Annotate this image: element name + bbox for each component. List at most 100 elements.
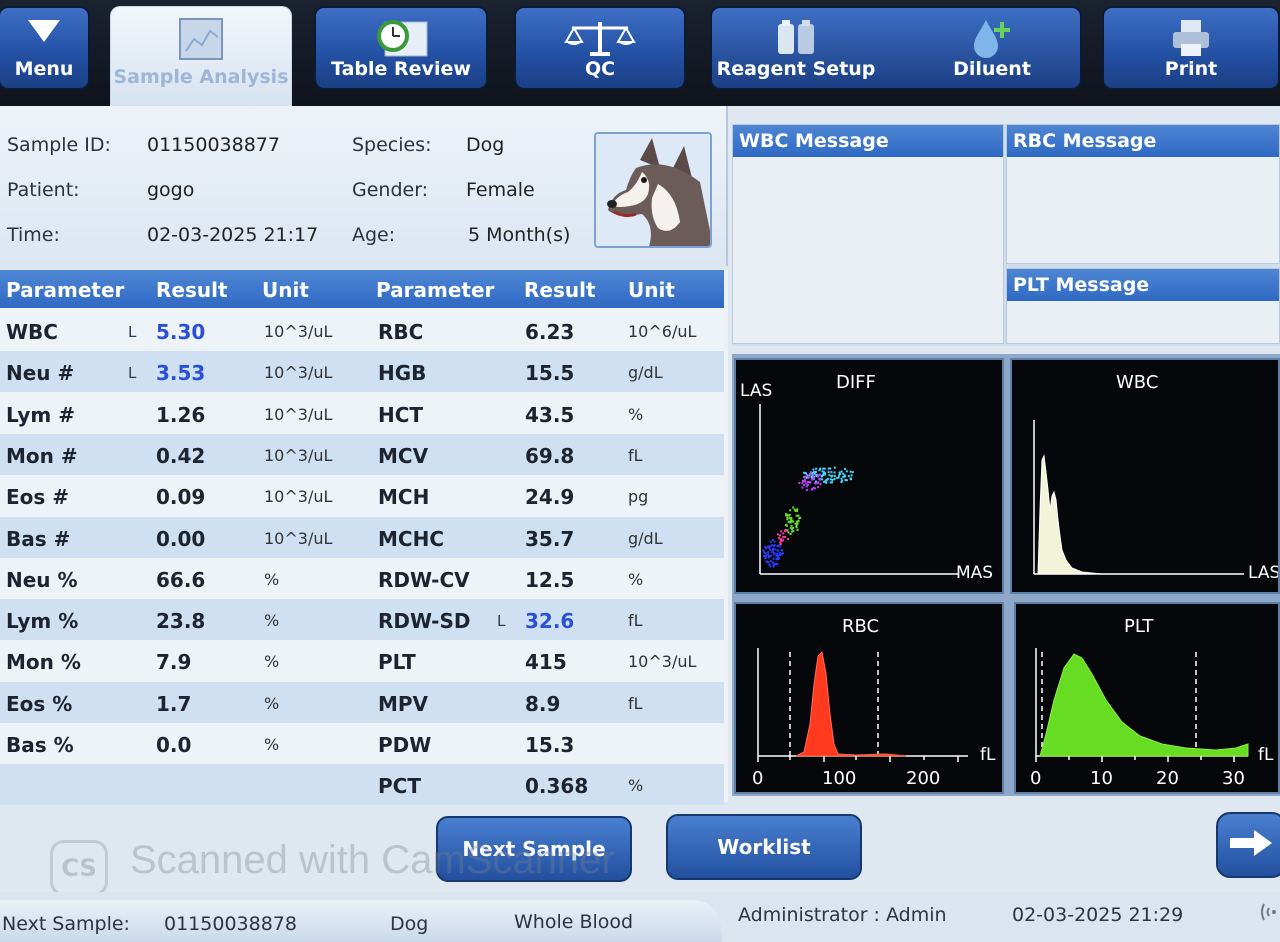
diff-dot: [813, 478, 816, 481]
parameter-name: Eos #: [6, 485, 70, 510]
result-unit: fL: [628, 611, 643, 631]
diff-dot: [762, 549, 765, 552]
diff-dot: [817, 481, 820, 484]
camscanner-watermark-text: Scanned with CamScanner: [130, 838, 615, 882]
plt-histogram-curve: [1039, 653, 1249, 757]
rbc-tick-200: 200: [906, 768, 940, 789]
diff-dot: [812, 473, 815, 476]
diff-dot: [817, 475, 820, 478]
time-value: 02-03-2025 21:17: [147, 224, 319, 246]
header-result-left: Result: [156, 278, 228, 302]
parameter-name: Lym #: [6, 402, 75, 427]
menu-button[interactable]: Menu: [0, 6, 90, 90]
worklist-button[interactable]: Worklist: [666, 814, 862, 880]
diff-dot: [785, 514, 788, 517]
diff-dot: [795, 520, 798, 523]
diff-dot: [764, 545, 767, 548]
diff-cell-clusters: [762, 466, 854, 568]
diff-dot: [786, 516, 789, 519]
header-unit-left: Unit: [262, 278, 309, 302]
table-row: Eos % 1.7% MPV 8.9 fL: [0, 681, 724, 723]
diff-dot: [823, 467, 826, 470]
diff-dot: [771, 539, 774, 541]
parameter-name: Mon %: [6, 650, 81, 675]
table-row: Mon % 7.9% PLT 415 10^3/uL: [0, 640, 724, 682]
parameter-name: MCH: [378, 485, 430, 510]
diff-dot: [796, 510, 798, 513]
diff-dot: [836, 476, 839, 479]
wbc-message-panel: WBC Message: [732, 124, 1004, 344]
diff-dot: [779, 534, 781, 537]
diff-dot: [769, 554, 772, 557]
diff-dot: [789, 509, 792, 512]
plt-message-title: PLT Message: [1007, 269, 1279, 301]
result-value: 415: [525, 650, 567, 675]
diff-dot: [789, 533, 792, 535]
parameter-name: Bas %: [6, 733, 74, 757]
diff-dot: [812, 471, 815, 474]
parameter-name: HGB: [378, 361, 427, 386]
diff-dot: [825, 481, 828, 484]
diff-dot: [795, 525, 798, 528]
diff-dot: [784, 530, 787, 533]
diff-dot: [810, 471, 812, 474]
diff-dot: [827, 471, 830, 474]
result-unit: pg: [628, 487, 649, 507]
result-value: 35.7: [525, 526, 575, 551]
wbc-histogram-title: WBC: [1116, 372, 1158, 393]
species-label: Species:: [352, 134, 432, 156]
table-row: Eos # 0.09 10^3/uL MCH 24.9 pg: [0, 475, 724, 517]
parameter-name: PCT: [378, 774, 421, 799]
print-button[interactable]: Print: [1102, 6, 1280, 90]
diff-dot: [826, 478, 829, 481]
diff-dot: [814, 470, 817, 473]
reagent-setup-button[interactable]: Reagent Setup: [712, 8, 880, 88]
next-sample-status-id: 01150038878: [164, 913, 297, 935]
diluent-button[interactable]: Diluent: [908, 8, 1076, 88]
tab-sample-analysis-label: Sample Analysis: [113, 66, 289, 88]
camscanner-watermark: Scanned with CamScanner: [52, 838, 615, 883]
result-value: 0.368: [525, 774, 589, 799]
reagent-bottles-icon: [776, 18, 816, 63]
chart-icon: [176, 17, 226, 66]
diff-dot: [776, 552, 779, 555]
diff-dot: [821, 478, 824, 481]
table-row: Bas # 0.00 10^3/uL MCHC 35.7 g/dL: [0, 516, 724, 558]
diff-dot: [811, 487, 814, 490]
diff-dot: [845, 479, 848, 482]
diff-dot: [778, 552, 781, 554]
parameter-name: WBC: [6, 320, 58, 344]
diff-dot: [818, 473, 821, 476]
diff-dot: [812, 476, 815, 479]
tab-sample-analysis[interactable]: Sample Analysis: [110, 6, 292, 106]
result-value: 1.26: [156, 402, 206, 427]
diff-dot: [786, 518, 789, 521]
diff-dot: [803, 471, 806, 474]
parameter-name: Lym %: [6, 609, 79, 634]
diff-dot: [809, 473, 812, 475]
parameter-name: Eos %: [6, 691, 73, 716]
diff-y-label: LAS: [740, 381, 772, 401]
reagent-toolbar-group: Reagent Setup Diluent: [710, 6, 1082, 90]
tab-qc[interactable]: QC: [514, 6, 686, 90]
diff-dot: [787, 537, 790, 540]
header-parameter-left: Parameter: [6, 278, 125, 302]
diff-dot: [850, 474, 853, 477]
next-sample-species: Dog: [390, 913, 429, 935]
results-table: Parameter Result Unit Parameter Result U…: [0, 270, 728, 806]
result-unit: 10^3/uL: [264, 487, 333, 507]
diff-dot: [767, 561, 770, 564]
parameter-name: PLT: [378, 650, 416, 675]
result-unit: %: [264, 735, 280, 754]
next-page-button[interactable]: [1216, 812, 1280, 878]
plt-tick-10: 10: [1090, 768, 1113, 789]
diff-dot: [841, 479, 843, 482]
diff-dot: [844, 467, 847, 470]
diff-dot: [796, 508, 799, 511]
diff-dot: [803, 476, 806, 479]
rbc-histogram-curve: [795, 650, 907, 757]
result-unit: %: [628, 776, 644, 796]
worklist-label: Worklist: [717, 835, 811, 859]
diff-dot: [779, 541, 782, 544]
tab-table-review[interactable]: Table Review: [314, 6, 488, 90]
